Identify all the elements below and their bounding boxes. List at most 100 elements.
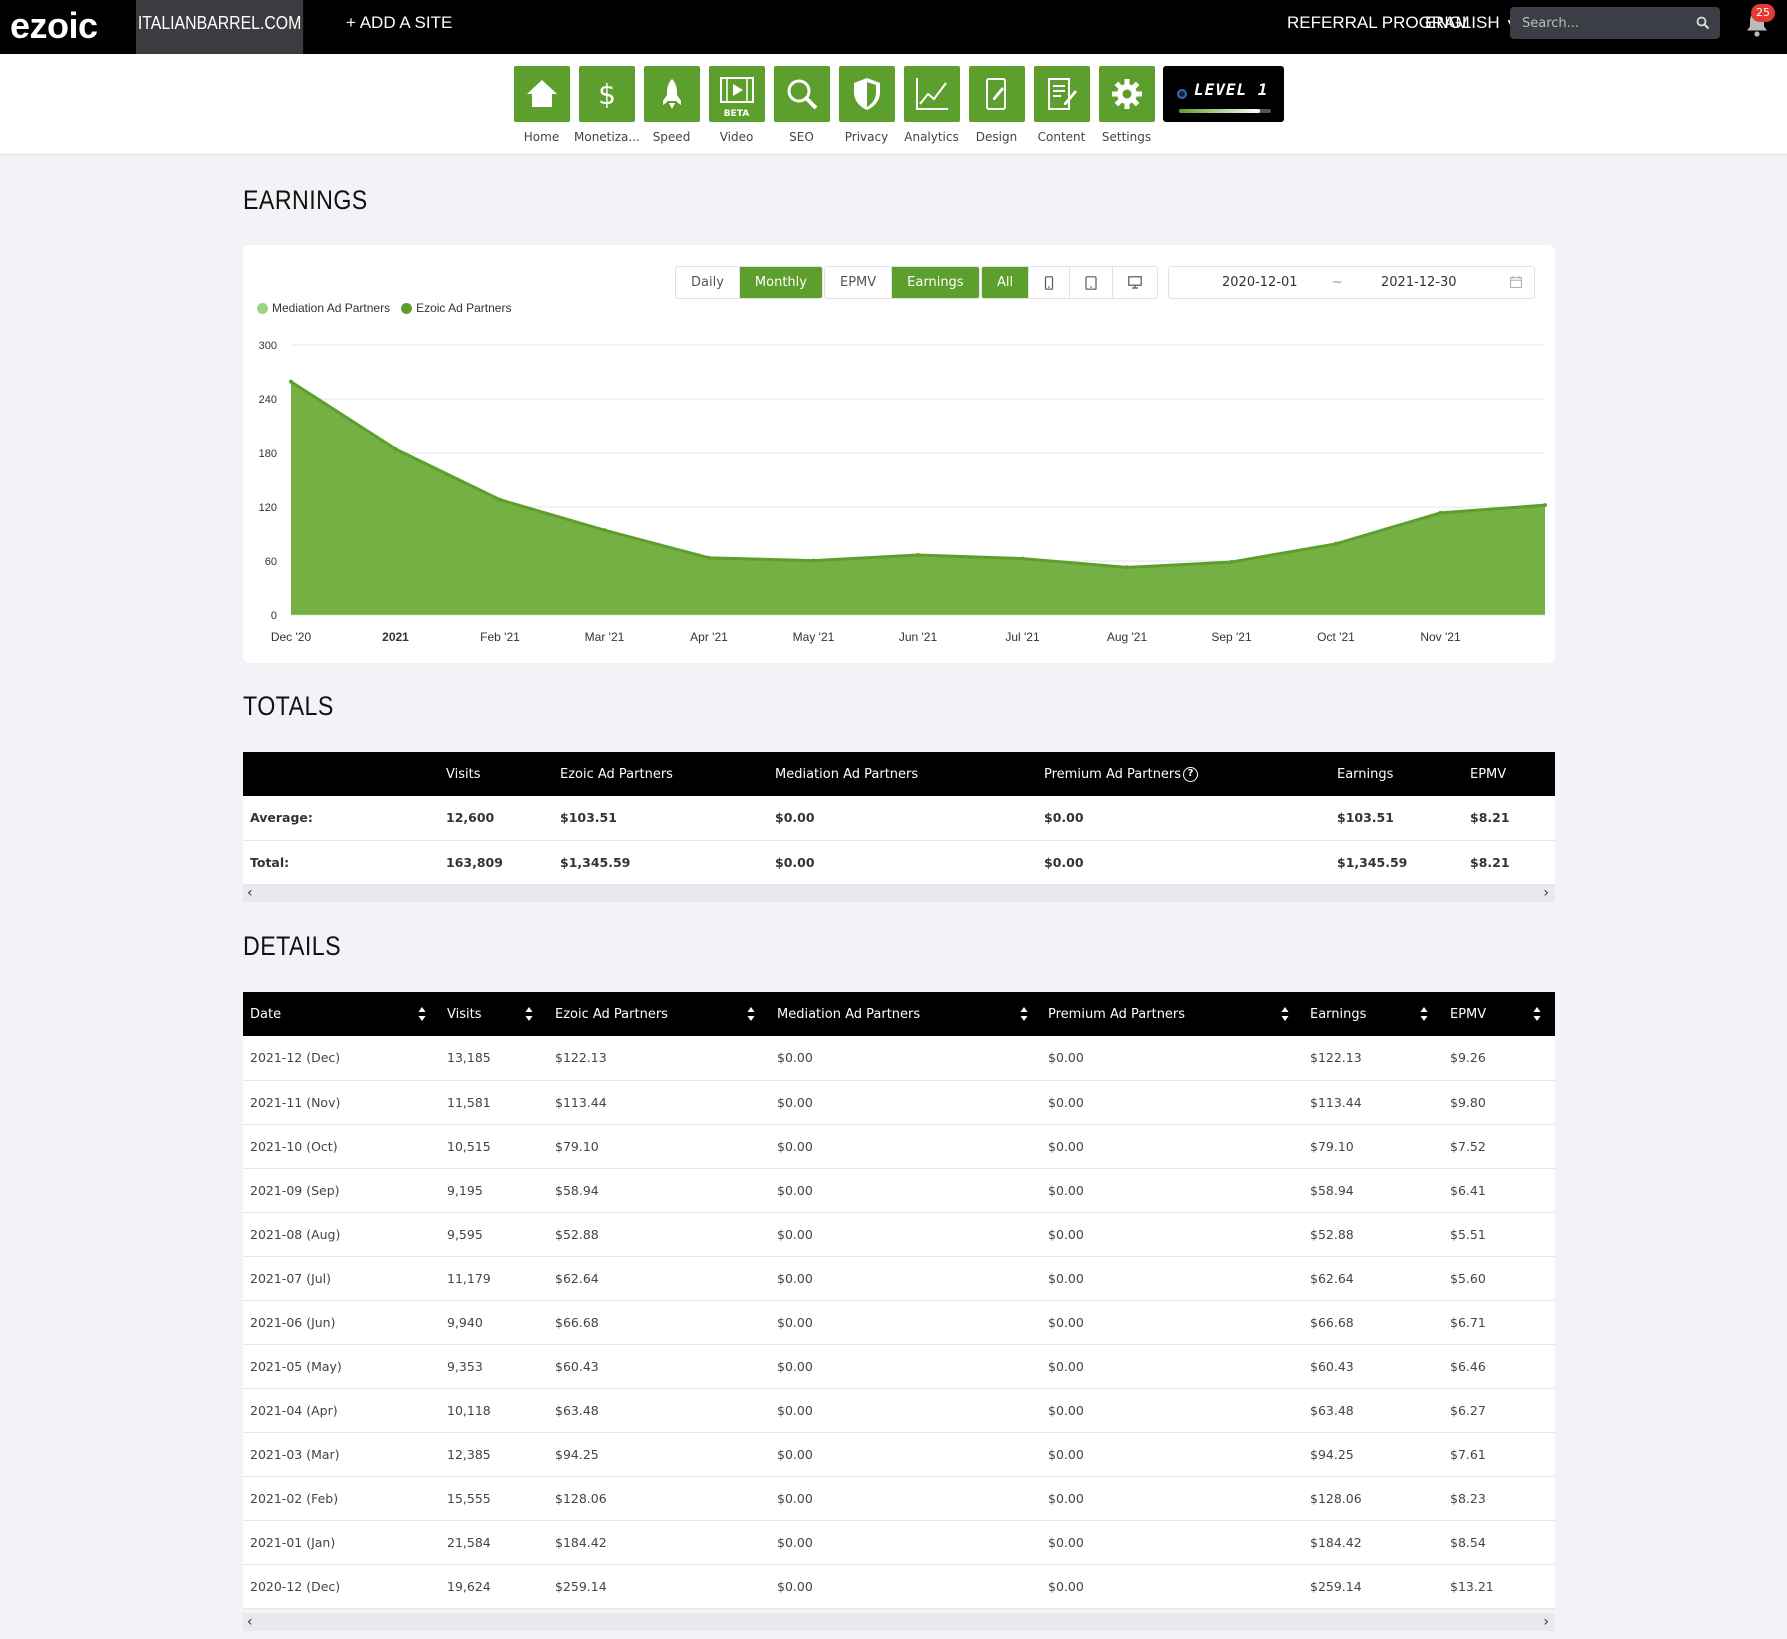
x-tick-label: Feb '21 bbox=[480, 630, 520, 644]
search-box bbox=[1510, 7, 1720, 39]
details-cell-premium: $0.00 bbox=[1041, 1080, 1303, 1125]
ezoic-logo[interactable]: ezoic bbox=[10, 6, 98, 46]
current-site-tab[interactable]: ITALIANBARREL.COM bbox=[136, 0, 304, 54]
details-col-date[interactable]: Date bbox=[243, 992, 440, 1036]
totals-col-epmv: EPMV bbox=[1470, 766, 1507, 782]
details-cell-ezoic: $259.14 bbox=[548, 1564, 770, 1609]
site-name: ITALIANBARREL.COM bbox=[137, 13, 302, 33]
y-tick-label: 300 bbox=[259, 340, 277, 352]
details-row: 2021-01 (Jan) 21,584 $184.42 $0.00 $0.00 $184… bbox=[243, 1520, 1555, 1565]
details-cell-date: 2021-07 (Jul) bbox=[243, 1256, 440, 1301]
nav-design[interactable]: Design bbox=[964, 66, 1029, 144]
details-cell-visits: 19,624 bbox=[440, 1564, 548, 1609]
totals-cell-epmv: $8.21 bbox=[1463, 840, 1555, 885]
details-cell-visits: 21,584 bbox=[440, 1520, 548, 1565]
details-cell-earnings: $63.48 bbox=[1303, 1388, 1443, 1433]
level-badge[interactable]: LEVEL 1 bbox=[1163, 66, 1284, 122]
level-progress-bar bbox=[1179, 109, 1271, 113]
main-nav: Home $ Monetiza... Speed BETA Video SEO … bbox=[0, 54, 1787, 155]
details-cell-premium: $0.00 bbox=[1041, 1300, 1303, 1345]
search-icon[interactable] bbox=[1696, 16, 1710, 30]
details-cell-ezoic: $58.94 bbox=[548, 1168, 770, 1213]
add-site-link[interactable]: + ADD A SITE bbox=[346, 0, 452, 46]
scroll-right-arrow-icon[interactable]: › bbox=[1543, 885, 1549, 901]
details-horizontal-scrollbar[interactable]: ‹ › bbox=[243, 1613, 1555, 1631]
details-col-premium[interactable]: Premium Ad Partners bbox=[1041, 992, 1303, 1036]
details-col-visits[interactable]: Visits bbox=[440, 992, 548, 1036]
details-cell-visits: 9,940 bbox=[440, 1300, 548, 1345]
nav-speed[interactable]: Speed bbox=[639, 66, 704, 144]
sort-arrows-icon[interactable] bbox=[1281, 1006, 1289, 1022]
data-point bbox=[1125, 565, 1129, 570]
language-select[interactable]: ENGLISH▼ bbox=[1425, 0, 1516, 46]
help-question-icon[interactable]: ? bbox=[1183, 766, 1199, 782]
details-cell-epmv: $9.80 bbox=[1443, 1080, 1555, 1125]
sort-arrows-icon[interactable] bbox=[1020, 1006, 1028, 1022]
nav-settings[interactable]: Settings bbox=[1094, 66, 1159, 144]
details-cell-date: 2021-06 (Jun) bbox=[243, 1300, 440, 1345]
sort-arrows-icon[interactable] bbox=[525, 1006, 533, 1022]
details-cell-earnings: $113.44 bbox=[1303, 1080, 1443, 1125]
data-point bbox=[1020, 556, 1025, 561]
top-bar: ezoic ITALIANBARREL.COM + ADD A SITE REF… bbox=[0, 0, 1787, 54]
scroll-right-arrow-icon[interactable]: › bbox=[1543, 1614, 1549, 1630]
notification-count-badge[interactable]: 25 bbox=[1751, 4, 1775, 22]
nav-analytics[interactable]: Analytics bbox=[899, 66, 964, 144]
series-area-mediation-ad-partners bbox=[291, 614, 1545, 615]
scroll-left-arrow-icon[interactable]: ‹ bbox=[247, 1614, 253, 1630]
details-cell-epmv: $5.60 bbox=[1443, 1256, 1555, 1301]
nav-monetization[interactable]: $ Monetiza... bbox=[574, 66, 640, 144]
search-input[interactable] bbox=[1510, 7, 1680, 39]
nav-label: Home bbox=[523, 130, 560, 144]
level-label: LEVEL 1 bbox=[1194, 80, 1269, 99]
details-cell-earnings: $128.06 bbox=[1303, 1476, 1443, 1521]
earnings-chart-card: Daily Monthly EPMV Earnings All 2020-12-… bbox=[243, 245, 1555, 663]
nav-video[interactable]: BETA Video bbox=[704, 66, 769, 144]
data-point bbox=[1334, 541, 1338, 546]
details-cell-date: 2021-11 (Nov) bbox=[243, 1080, 440, 1125]
details-cell-premium: $0.00 bbox=[1041, 1476, 1303, 1521]
totals-col-premium-label: Premium Ad Partners bbox=[1044, 766, 1182, 782]
totals-horizontal-scrollbar[interactable]: ‹ › bbox=[243, 884, 1555, 902]
details-cell-visits: 9,353 bbox=[440, 1344, 548, 1389]
nav-content[interactable]: Content bbox=[1029, 66, 1094, 144]
scroll-left-arrow-icon[interactable]: ‹ bbox=[247, 885, 253, 901]
details-cell-visits: 13,185 bbox=[440, 1036, 548, 1081]
details-cell-premium: $0.00 bbox=[1041, 1036, 1303, 1081]
nav-privacy[interactable]: Privacy bbox=[834, 66, 899, 144]
nav-label: Settings bbox=[1101, 130, 1152, 144]
sort-arrows-icon[interactable] bbox=[1420, 1006, 1428, 1022]
details-cell-visits: 10,118 bbox=[440, 1388, 548, 1433]
data-point bbox=[916, 552, 920, 557]
details-col-epmv[interactable]: EPMV bbox=[1443, 992, 1555, 1036]
details-cell-mediation: $0.00 bbox=[770, 1476, 1041, 1521]
nav-home[interactable]: Home bbox=[509, 66, 574, 144]
totals-cell-epmv: $8.21 bbox=[1463, 796, 1555, 841]
x-tick-label: Jul '21 bbox=[1005, 630, 1040, 644]
column-header-label: Ezoic Ad Partners bbox=[555, 1006, 668, 1022]
details-col-ezoic[interactable]: Ezoic Ad Partners bbox=[548, 992, 770, 1036]
details-cell-premium: $0.00 bbox=[1041, 1344, 1303, 1389]
details-cell-premium: $0.00 bbox=[1041, 1212, 1303, 1257]
details-cell-ezoic: $184.42 bbox=[548, 1520, 770, 1565]
details-row: 2021-08 (Aug) 9,595 $52.88 $0.00 $0.00 $52.88… bbox=[243, 1212, 1555, 1257]
totals-col-earnings: Earnings bbox=[1337, 766, 1394, 782]
sort-arrows-icon[interactable] bbox=[747, 1006, 755, 1022]
nav-seo[interactable]: SEO bbox=[769, 66, 834, 144]
totals-cell-ezoic: $1,345.59 bbox=[553, 840, 768, 885]
sort-arrows-icon[interactable] bbox=[418, 1006, 426, 1022]
data-point bbox=[1438, 510, 1443, 515]
details-cell-epmv: $7.61 bbox=[1443, 1432, 1555, 1477]
totals-col-ezoic: Ezoic Ad Partners bbox=[560, 766, 673, 782]
details-row: 2021-06 (Jun) 9,940 $66.68 $0.00 $0.00 $66.68… bbox=[243, 1300, 1555, 1345]
totals-cell-visits: 12,600 bbox=[439, 796, 553, 841]
details-col-earnings[interactable]: Earnings bbox=[1303, 992, 1443, 1036]
details-col-mediation[interactable]: Mediation Ad Partners bbox=[770, 992, 1041, 1036]
totals-cell-mediation: $0.00 bbox=[768, 840, 1037, 885]
totals-cell-ezoic: $103.51 bbox=[553, 796, 768, 841]
details-cell-visits: 10,515 bbox=[440, 1124, 548, 1169]
nav-label: Design bbox=[975, 130, 1018, 144]
sort-arrows-icon[interactable] bbox=[1533, 1006, 1541, 1022]
rocket-icon bbox=[662, 79, 681, 109]
details-row: 2021-07 (Jul) 11,179 $62.64 $0.00 $0.00 $62.6… bbox=[243, 1256, 1555, 1301]
